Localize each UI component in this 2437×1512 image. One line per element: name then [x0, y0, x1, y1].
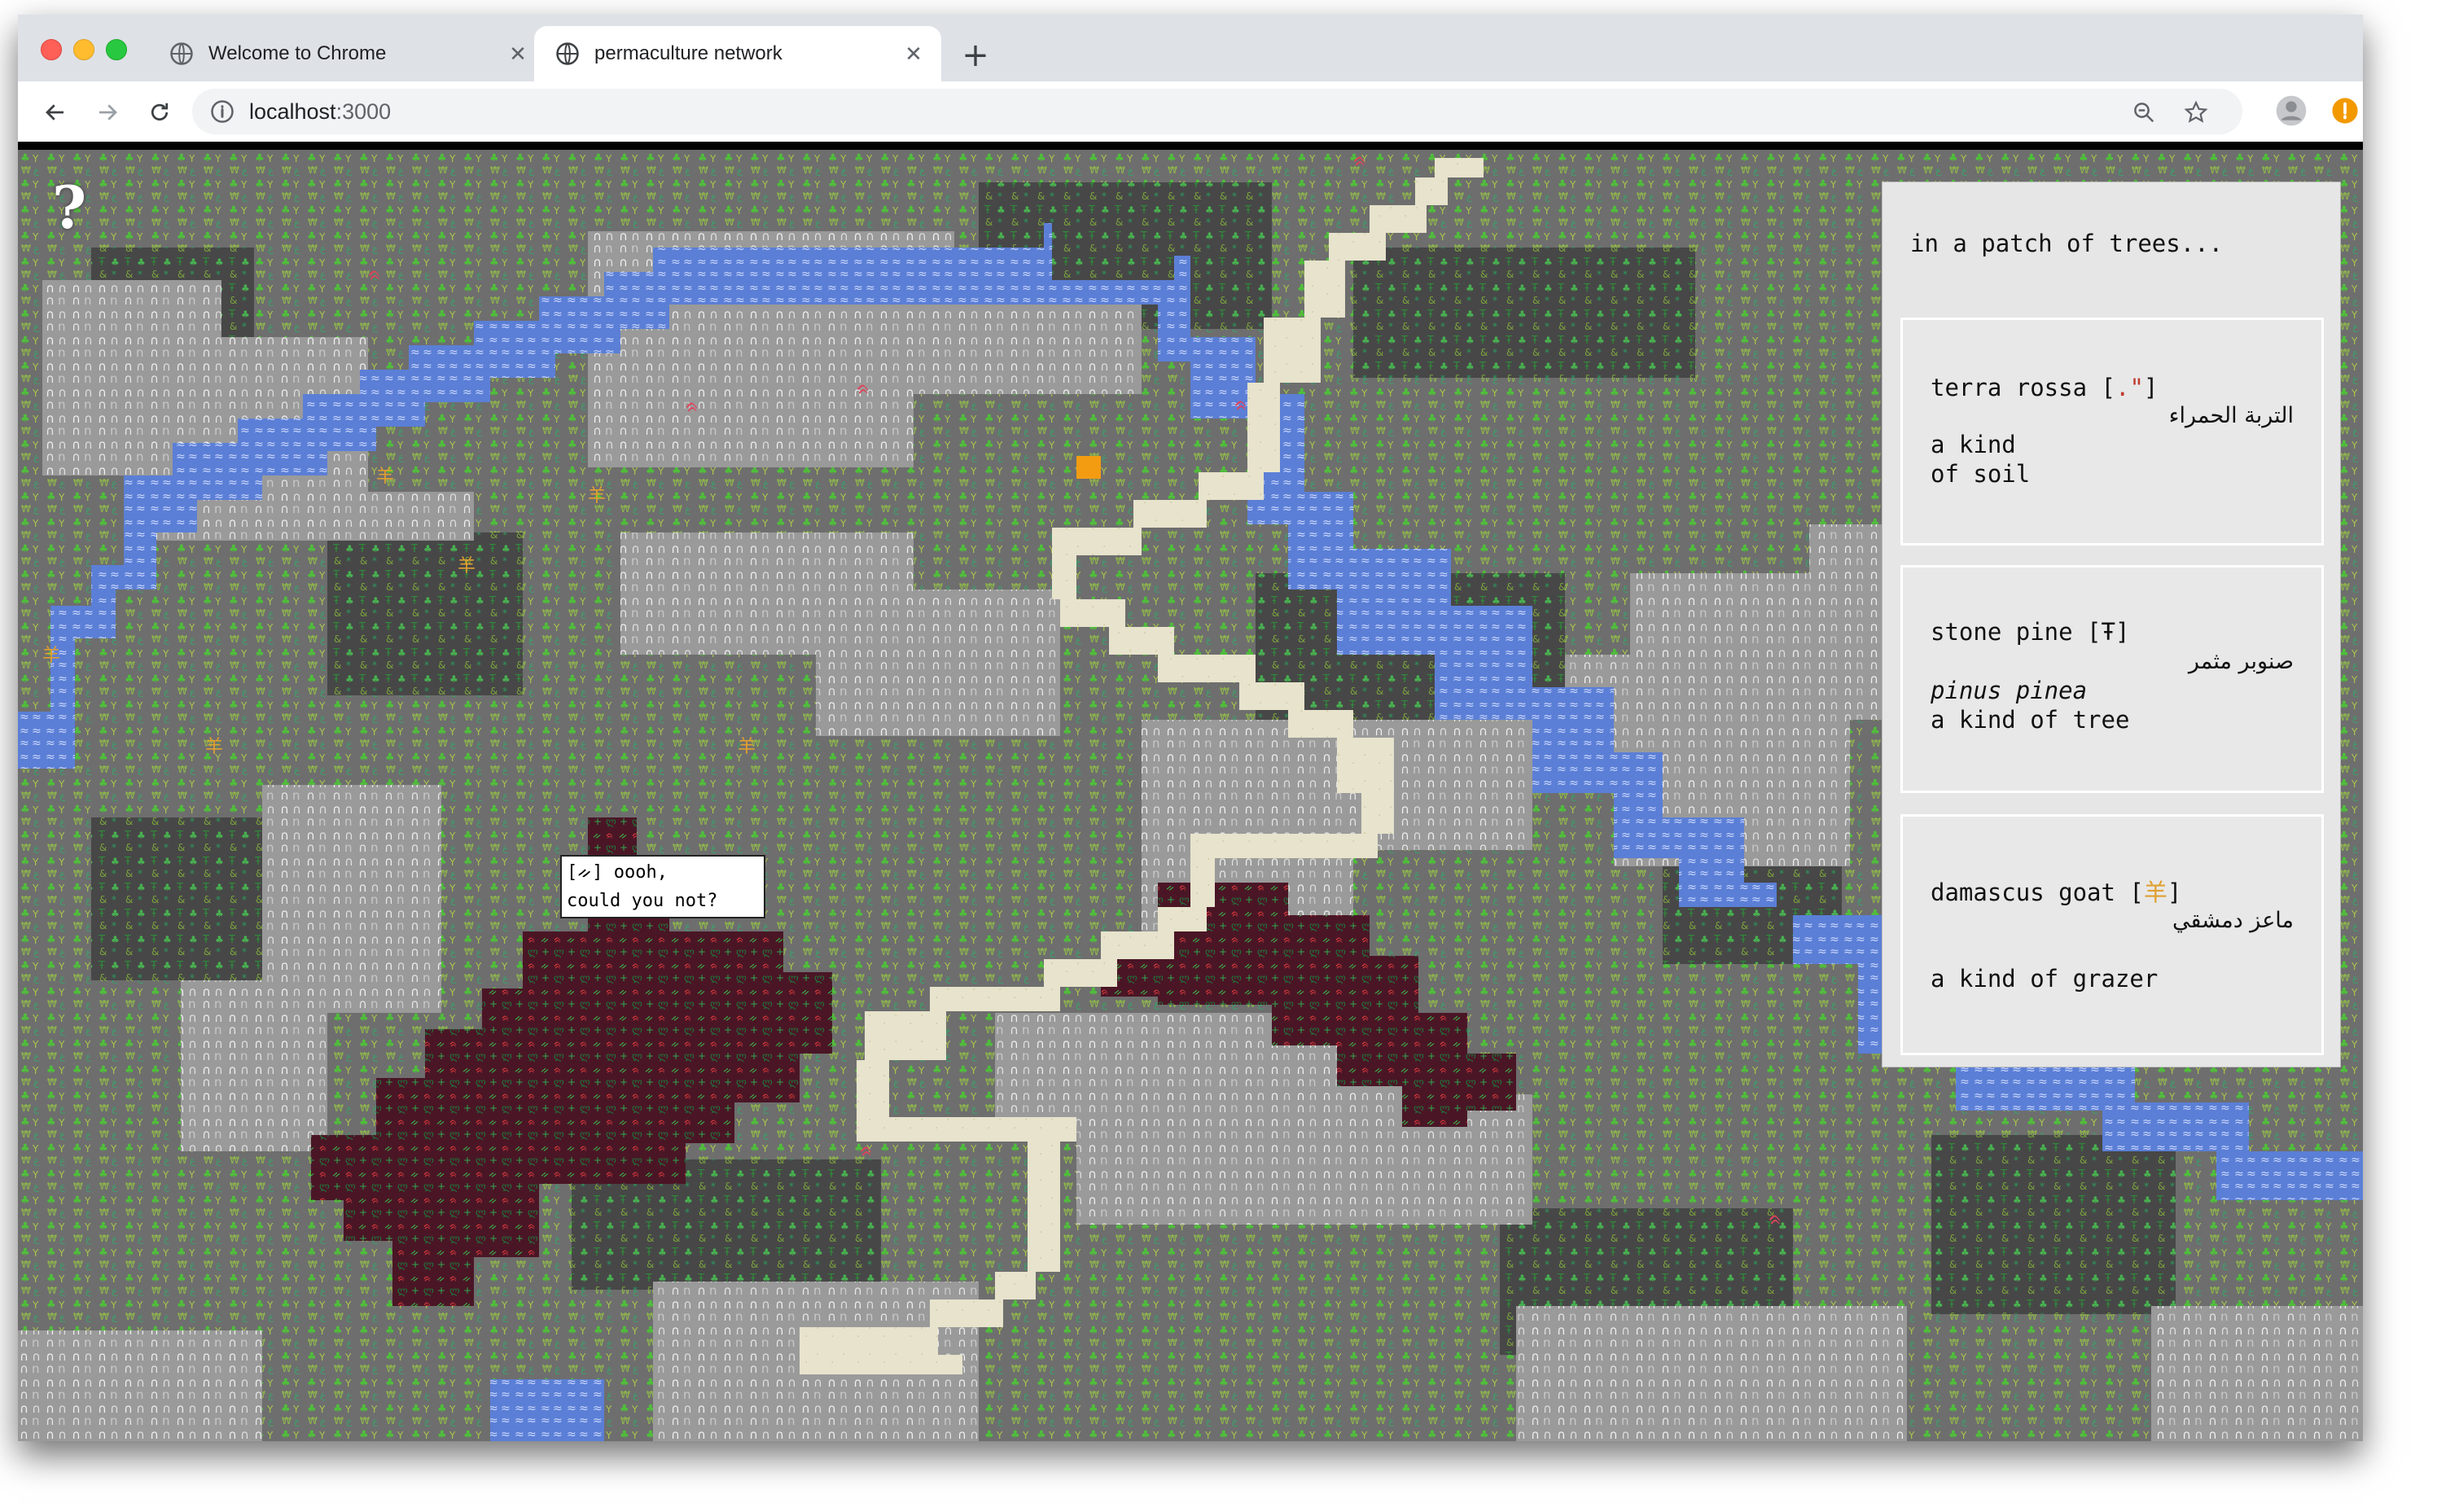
arrow-right-icon — [99, 104, 117, 121]
address-host: localhost — [249, 99, 336, 124]
maximize-window-button[interactable] — [106, 39, 127, 60]
alert-icon — [2332, 98, 2358, 124]
globe-icon — [170, 42, 193, 65]
info-panel: in a patch of trees... terra rossa [."] … — [1883, 182, 2340, 1067]
info-icon[interactable] — [210, 99, 234, 124]
entity-kind: a kind of tree — [1931, 706, 2130, 734]
address-bar[interactable]: localhost:3000 — [192, 89, 2242, 134]
svg-text:ᨑ: ᨑ — [1769, 1209, 1782, 1229]
address-port: :3000 — [335, 99, 392, 124]
svg-text:ᨑ: ᨑ — [1353, 151, 1367, 171]
tab-permaculture-network[interactable]: permaculture network ✕ — [534, 26, 941, 81]
entity-arabic-name: ماعز دمشقي — [2172, 908, 2294, 933]
entity-kind-continued: of soil — [1931, 460, 2031, 488]
entity-kind: a kind — [1931, 431, 2016, 458]
entity-arabic-name: التربة الحمراء — [2168, 403, 2294, 428]
close-window-button[interactable] — [41, 39, 62, 60]
svg-text:ᨑ: ᨑ — [860, 1141, 874, 1161]
arrow-left-icon — [46, 104, 64, 121]
avatar-icon — [2276, 95, 2307, 126]
entity-arabic-name: صنوبر مثمر — [2188, 649, 2294, 674]
speech-bubble: [ᨀ] oooh, could you not? — [560, 855, 765, 918]
entity-latin-name: pinus pinea — [1931, 677, 2088, 704]
page-top-border — [18, 142, 2363, 150]
tree-glyph: Ŧ — [2101, 618, 2115, 646]
svg-text:羊: 羊 — [738, 737, 756, 757]
reload-button[interactable] — [142, 94, 178, 130]
bookmark-star-icon[interactable] — [2184, 100, 2208, 125]
svg-text:羊: 羊 — [458, 556, 476, 576]
tab-label: Welcome to Chrome — [208, 42, 387, 64]
entity-name: damascus goat [羊] — [1931, 879, 2182, 906]
panel-header: in a patch of trees... — [1910, 230, 2224, 257]
svg-text:ᨑ: ᨑ — [1234, 395, 1248, 415]
svg-text:羊: 羊 — [588, 486, 606, 506]
globe-icon — [556, 42, 579, 65]
help-button[interactable]: ? — [52, 173, 86, 242]
game-map[interactable]: ♣ Y ₩ ع Ŧ ♣ & * ∩ ∩ ∩ n — [18, 150, 2363, 1441]
new-tab-button[interactable]: + — [954, 34, 997, 77]
close-tab-icon[interactable]: ✕ — [502, 42, 534, 67]
soil-glyph: ." — [2115, 374, 2144, 401]
profile-avatar[interactable] — [2272, 91, 2311, 130]
tab-welcome[interactable]: Welcome to Chrome ✕ — [148, 26, 546, 81]
goat-glyph: 羊 — [2143, 879, 2167, 906]
update-alert-button[interactable] — [2325, 91, 2363, 130]
svg-text:羊: 羊 — [42, 646, 60, 666]
tab-label: permaculture network — [594, 42, 782, 64]
svg-text:ᨑ: ᨑ — [857, 379, 870, 399]
minimize-window-button[interactable] — [73, 39, 94, 60]
entity-card-damascus-goat[interactable]: damascus goat [羊] ماعز دمشقي a kind of g… — [1900, 814, 2324, 1055]
svg-text:羊: 羊 — [376, 467, 394, 487]
back-button[interactable] — [37, 94, 73, 130]
svg-text:羊: 羊 — [205, 737, 223, 757]
entity-name: terra rossa [."] — [1931, 374, 2159, 401]
browser-toolbar: localhost:3000 — [18, 81, 2363, 142]
close-tab-icon[interactable]: ✕ — [897, 42, 930, 67]
browser-window: Welcome to Chrome ✕ permaculture network… — [18, 15, 2363, 1441]
forward-button[interactable] — [90, 94, 125, 130]
speech-line-2: could you not? — [567, 891, 718, 911]
svg-text:ᨑ: ᨑ — [368, 265, 382, 285]
tab-strip: Welcome to Chrome ✕ permaculture network… — [18, 15, 2363, 81]
svg-text:ᨑ: ᨑ — [686, 397, 699, 417]
speech-line-1: [ᨀ] oooh, — [567, 862, 668, 883]
zoom-icon[interactable] — [2132, 100, 2156, 125]
entity-card-terra-rossa[interactable]: terra rossa [."] التربة الحمراء a kind o… — [1900, 318, 2324, 546]
entity-name: stone pine [Ŧ] — [1931, 618, 2130, 646]
reload-icon — [151, 103, 169, 121]
entity-card-stone-pine[interactable]: stone pine [Ŧ] صنوبر مثمر pinus pinea a … — [1900, 565, 2324, 793]
entity-kind: a kind of grazer — [1931, 965, 2159, 993]
